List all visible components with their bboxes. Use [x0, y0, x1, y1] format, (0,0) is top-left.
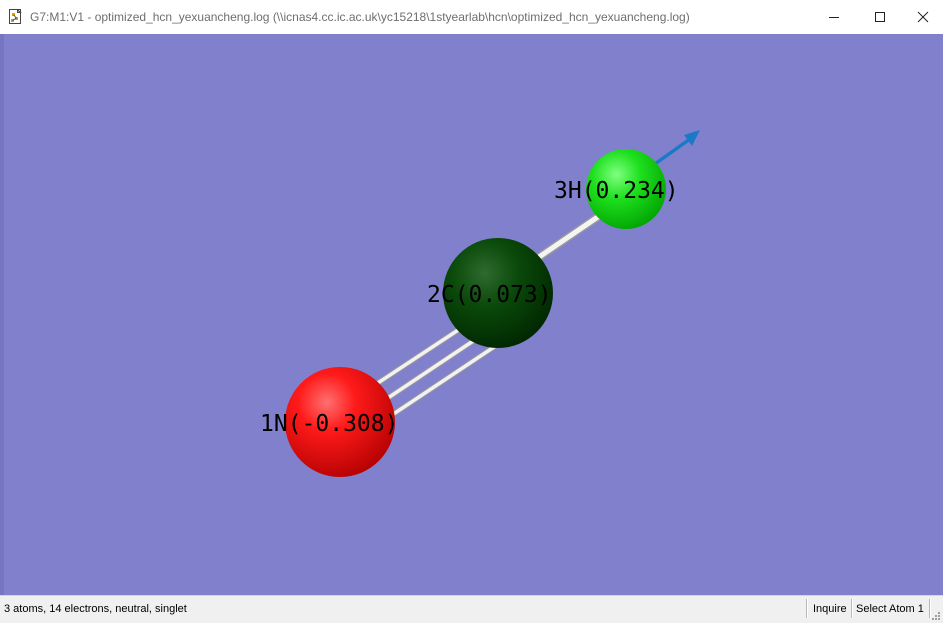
status-separator: [806, 599, 808, 618]
resize-grip-icon[interactable]: [931, 611, 941, 621]
maximize-icon: [875, 12, 885, 22]
title-bar[interactable]: G7:M1:V1 - optimized_hcn_yexuancheng.log…: [0, 0, 943, 34]
action-indicator[interactable]: Select Atom 1: [856, 601, 924, 617]
atom-label-n-1: 1N(-0.308): [260, 411, 399, 437]
status-separator: [851, 599, 853, 618]
gaussview-document-icon[interactable]: [8, 8, 24, 25]
minimize-icon: [829, 17, 839, 18]
close-button[interactable]: [903, 0, 943, 34]
gaussview-window: G7:M1:V1 - optimized_hcn_yexuancheng.log…: [0, 0, 943, 623]
molecule-viewport[interactable]: 1N(-0.308) 2C(0.073) 3H(0.234): [0, 34, 943, 595]
status-bar: 3 atoms, 14 electrons, neutral, singlet …: [0, 595, 943, 623]
displacement-vector-arrow: [650, 130, 700, 168]
close-icon: [917, 11, 929, 23]
atom-label-h-3: 3H(0.234): [554, 178, 679, 204]
window-title: G7:M1:V1 - optimized_hcn_yexuancheng.log…: [30, 10, 690, 24]
atom-label-c-2: 2C(0.073): [427, 282, 552, 308]
minimize-button[interactable]: [811, 0, 857, 34]
mouse-mode-indicator[interactable]: Inquire: [813, 601, 847, 617]
molecule-info-text: 3 atoms, 14 electrons, neutral, singlet: [4, 603, 187, 615]
molecule-canvas[interactable]: [0, 34, 943, 595]
maximize-button[interactable]: [857, 0, 903, 34]
